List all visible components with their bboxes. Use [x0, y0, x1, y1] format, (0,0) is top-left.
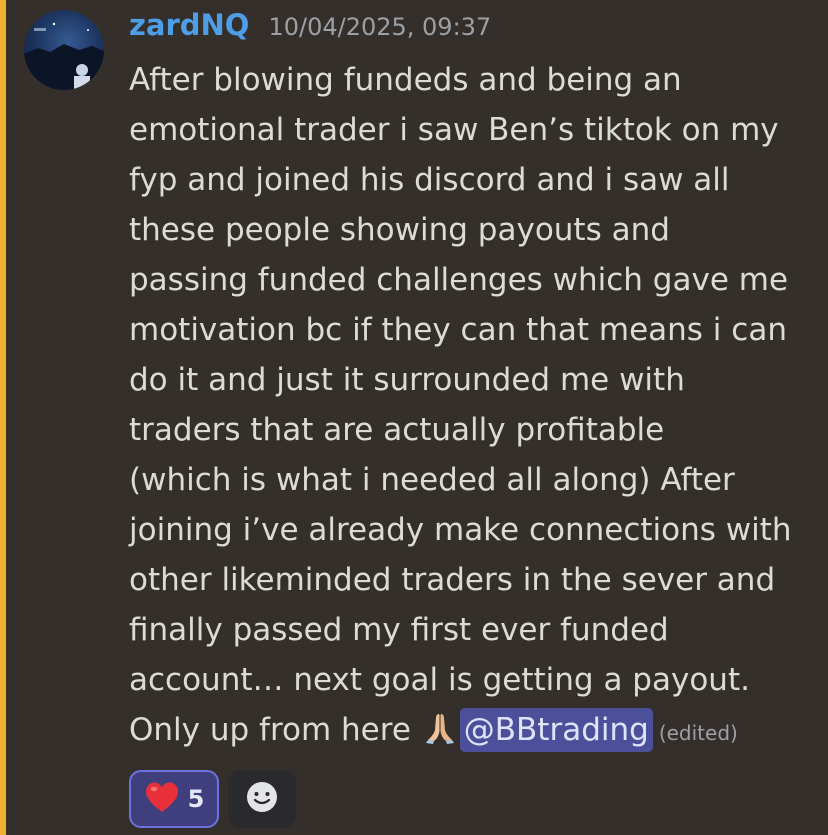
- user-mention[interactable]: @BBtrading: [459, 708, 653, 752]
- message-line: do it and just it surrounded me with: [129, 362, 685, 398]
- message-line: After blowing fundeds and being an: [129, 62, 682, 98]
- message-line: finally passed my first ever funded: [129, 612, 669, 648]
- message-content: After blowing fundeds and being an emoti…: [129, 55, 819, 755]
- message-line: fyp and joined his discord and i saw all: [129, 162, 730, 198]
- message-line: traders that are actually profitable: [129, 412, 665, 448]
- message-line: emotional trader i saw Ben’s tiktok on m…: [129, 112, 779, 148]
- add-reaction-smiley-icon: [245, 780, 279, 818]
- message-line: passing funded challenges which gave me: [129, 262, 789, 298]
- add-reaction-button[interactable]: [228, 770, 296, 828]
- highlight-accent-bar: [0, 0, 6, 835]
- red-heart-icon: [144, 781, 180, 817]
- message-last-line: Only up from here @BBtrading (edited): [129, 705, 819, 755]
- avatar[interactable]: [24, 10, 104, 90]
- message-line: other likeminded traders in the sever an…: [129, 562, 776, 598]
- reactions-bar: 5: [129, 770, 296, 828]
- message-line: joining i’ve already make connections wi…: [129, 512, 792, 548]
- message-line-text: Only up from here: [129, 712, 411, 748]
- timestamp: 10/04/2025, 09:37: [268, 13, 492, 41]
- reaction-heart[interactable]: 5: [129, 770, 219, 828]
- username[interactable]: zardNQ: [129, 8, 249, 42]
- message-header: zardNQ 10/04/2025, 09:37: [129, 8, 491, 42]
- message-line: these people showing payouts and: [129, 212, 670, 248]
- message-line: (which is what i needed all along) After: [129, 462, 735, 498]
- edited-label: (edited): [658, 721, 738, 745]
- folded-hands-emoji: [423, 709, 457, 744]
- message-line: account… next goal is getting a payout.: [129, 662, 750, 698]
- reaction-count: 5: [187, 785, 205, 813]
- message-line: motivation bc if they can that means i c…: [129, 312, 787, 348]
